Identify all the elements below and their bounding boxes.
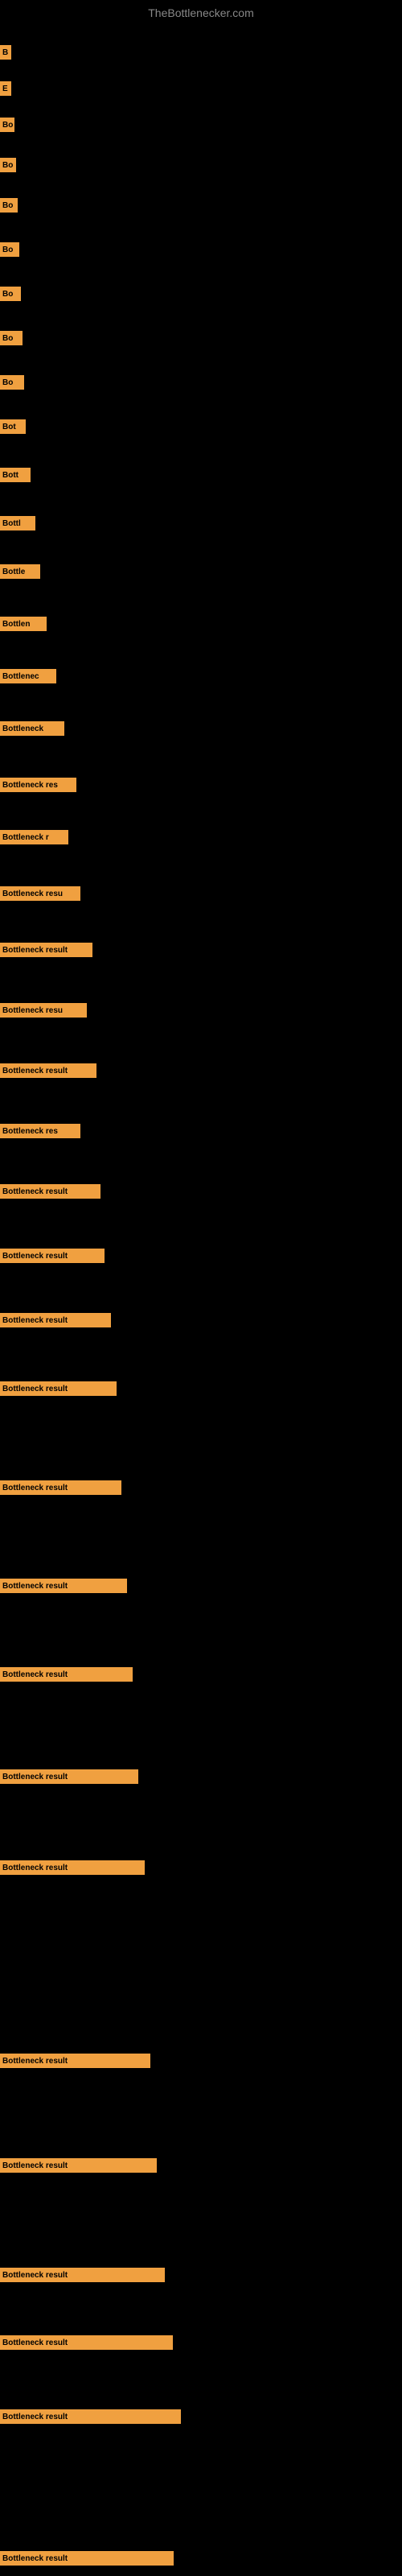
bar-label: Bottleneck result bbox=[0, 1063, 96, 1078]
bar-label: Bo bbox=[0, 158, 16, 172]
bar-label: Bottleneck result bbox=[0, 1381, 117, 1396]
bar-label: Bott bbox=[0, 468, 31, 482]
bar-label: Bottleneck result bbox=[0, 1769, 138, 1784]
bar-row: Bottlenec bbox=[0, 668, 402, 684]
bar-row: Bott bbox=[0, 467, 402, 483]
bar-label: Bottleneck result bbox=[0, 2551, 174, 2566]
bar-row: Bottleneck result bbox=[0, 1769, 402, 1785]
bar-label: Bottleneck res bbox=[0, 778, 76, 792]
bar-row: Bottleneck result bbox=[0, 1248, 402, 1264]
bar-row: Bottleneck resu bbox=[0, 886, 402, 902]
bar-row: Bot bbox=[0, 419, 402, 435]
bar-row: Bo bbox=[0, 374, 402, 390]
bar-label: Bo bbox=[0, 287, 21, 301]
site-title: TheBottlenecker.com bbox=[0, 0, 402, 26]
bar-row: Bo bbox=[0, 157, 402, 173]
bar-row: Bottleneck result bbox=[0, 2334, 402, 2351]
bar-row: Bottleneck result bbox=[0, 1063, 402, 1079]
bar-label: Bottleneck resu bbox=[0, 886, 80, 901]
bar-label: Bottleneck result bbox=[0, 1667, 133, 1682]
bar-row: Bottleneck resu bbox=[0, 1002, 402, 1018]
bar-label: Bottl bbox=[0, 516, 35, 530]
bar-label: Bo bbox=[0, 375, 24, 390]
bar-row: Bottleneck result bbox=[0, 942, 402, 958]
bar-row: Bottleneck result bbox=[0, 2267, 402, 2283]
bar-label: Bottleneck resu bbox=[0, 1003, 87, 1018]
bar-label: Bot bbox=[0, 419, 26, 434]
bar-label: Bottleneck r bbox=[0, 830, 68, 844]
bar-label: Bottleneck result bbox=[0, 2335, 173, 2350]
bar-row: Bottleneck result bbox=[0, 1312, 402, 1328]
bar-row: Bottle bbox=[0, 564, 402, 580]
bar-label: Bottleneck result bbox=[0, 1184, 100, 1199]
bar-row: Bottleneck res bbox=[0, 1123, 402, 1139]
bar-row: Bottleneck res bbox=[0, 777, 402, 793]
bar-row: Bottleneck result bbox=[0, 1578, 402, 1594]
bar-row: Bo bbox=[0, 330, 402, 346]
bar-label: Bottleneck result bbox=[0, 2054, 150, 2068]
bar-row: Bo bbox=[0, 197, 402, 213]
bar-row: Bottleneck r bbox=[0, 829, 402, 845]
bar-label: Bottleneck result bbox=[0, 2409, 181, 2424]
bar-row: Bottl bbox=[0, 515, 402, 531]
bar-row: Bottleneck result bbox=[0, 2550, 402, 2566]
bar-label: Bottleneck result bbox=[0, 943, 92, 957]
bar-row: Bottleneck result bbox=[0, 1860, 402, 1876]
bar-row: Bottleneck result bbox=[0, 1480, 402, 1496]
bar-row: Bottleneck result bbox=[0, 2409, 402, 2425]
bar-row: Bo bbox=[0, 242, 402, 258]
bar-row: Bottleneck result bbox=[0, 2053, 402, 2069]
bar-label: Bottleneck result bbox=[0, 1860, 145, 1875]
bar-row: E bbox=[0, 80, 402, 97]
bar-label: Bottlenec bbox=[0, 669, 56, 683]
bar-label: Bottleneck res bbox=[0, 1124, 80, 1138]
bar-row: Bottlen bbox=[0, 616, 402, 632]
bar-label: Bottleneck result bbox=[0, 2158, 157, 2173]
bar-row: Bottleneck result bbox=[0, 1183, 402, 1199]
bar-row: Bottleneck result bbox=[0, 1666, 402, 1682]
bar-row: Bottleneck result bbox=[0, 1381, 402, 1397]
bar-label: Bottleneck result bbox=[0, 1480, 121, 1495]
bar-row: Bottleneck result bbox=[0, 2157, 402, 2174]
bar-label: Bottleneck bbox=[0, 721, 64, 736]
bar-label: Bottleneck result bbox=[0, 1249, 105, 1263]
bar-label: E bbox=[0, 81, 11, 96]
bar-row: B bbox=[0, 44, 402, 60]
bar-row: Bottleneck bbox=[0, 720, 402, 737]
bar-label: B bbox=[0, 45, 11, 60]
bar-label: Bo bbox=[0, 198, 18, 213]
bar-row: Bo bbox=[0, 117, 402, 133]
bar-label: Bottleneck result bbox=[0, 1313, 111, 1327]
bar-label: Bottleneck result bbox=[0, 1579, 127, 1593]
bar-row: Bo bbox=[0, 286, 402, 302]
bar-label: Bo bbox=[0, 242, 19, 257]
bar-label: Bo bbox=[0, 331, 23, 345]
bar-label: Bottlen bbox=[0, 617, 47, 631]
bar-label: Bo bbox=[0, 118, 14, 132]
bar-label: Bottle bbox=[0, 564, 40, 579]
bar-label: Bottleneck result bbox=[0, 2268, 165, 2282]
